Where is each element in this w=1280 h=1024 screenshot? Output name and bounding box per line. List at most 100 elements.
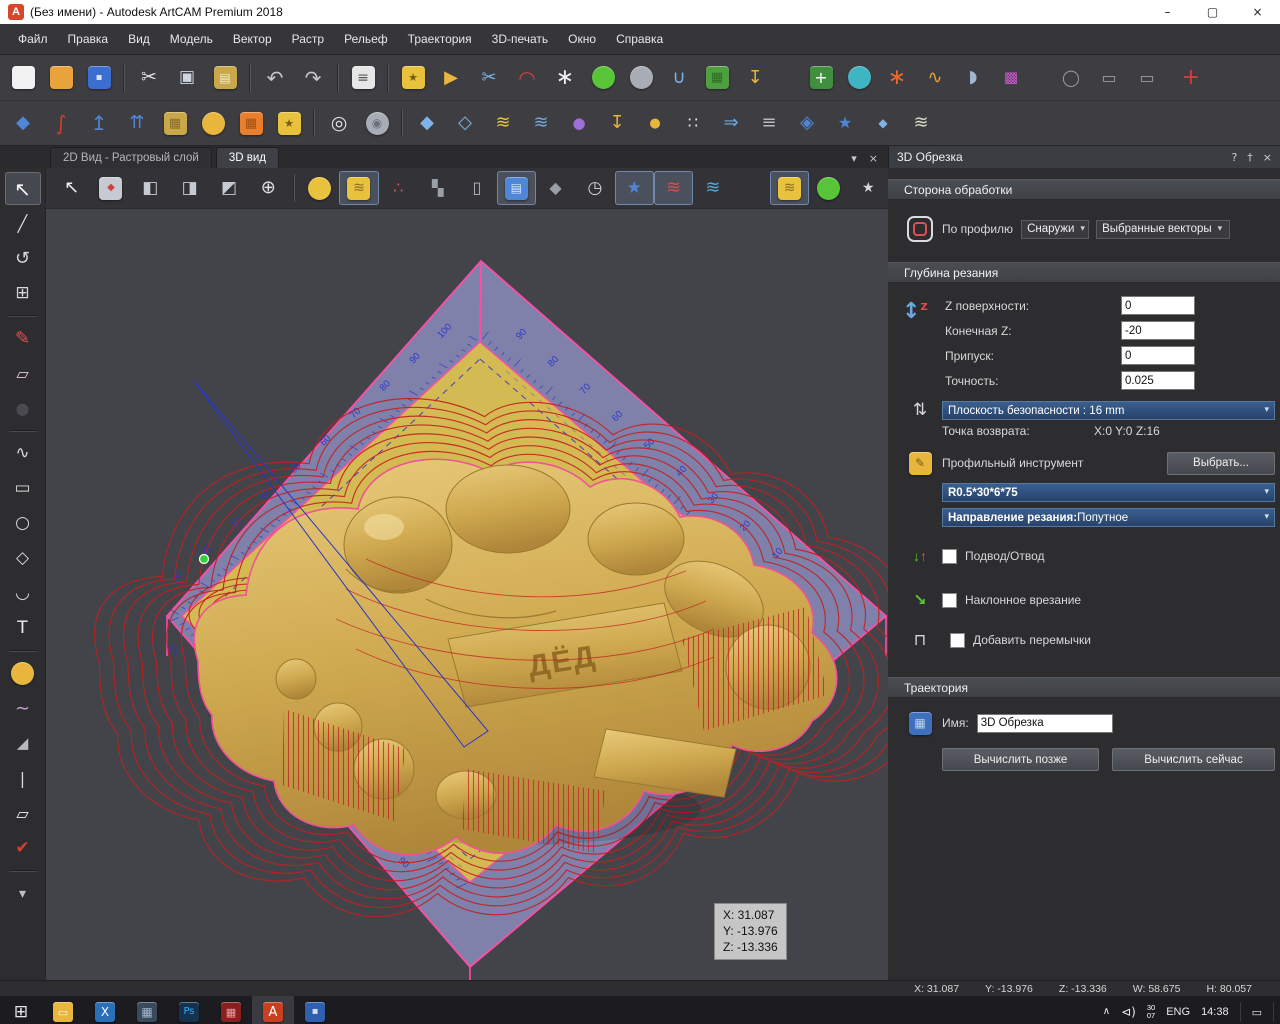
menu-item-1[interactable]: Файл <box>8 27 58 51</box>
relief-raise-icon[interactable]: ↥ <box>80 105 118 141</box>
undo-icon[interactable]: ↶ <box>256 60 294 96</box>
open-model-icon[interactable] <box>42 60 80 96</box>
swirl-tool-icon[interactable]: ∿ <box>916 60 954 96</box>
ramp-checkbox[interactable] <box>942 592 957 608</box>
fillet-tool-icon[interactable]: ◠ <box>508 60 546 96</box>
layer-diamond-icon[interactable]: ◈ <box>788 105 826 141</box>
sculpt-smooth-tool-icon[interactable] <box>5 657 41 690</box>
layer-sphere-icon[interactable]: ● <box>560 105 598 141</box>
toolpath-layers-icon[interactable]: ≋ <box>653 171 694 205</box>
mesh-tool-icon[interactable] <box>622 60 660 96</box>
texture-chip-icon[interactable]: ▦ <box>698 60 736 96</box>
paste-along-curve-icon[interactable]: ∗ <box>546 60 584 96</box>
ghost-slot-2-icon[interactable]: ▭ <box>1128 60 1166 96</box>
menu-item-6[interactable]: Растр <box>282 27 334 51</box>
find-vectors-icon[interactable]: ★ <box>849 171 888 205</box>
draft-layer-icon[interactable]: ≋ <box>339 171 379 205</box>
layer-offset-icon[interactable]: ◇ <box>446 105 484 141</box>
layer-shift-icon[interactable]: ⇒ <box>712 105 750 141</box>
toolpath-star-icon[interactable]: ★ <box>614 171 654 205</box>
transform-mode-icon[interactable]: + <box>1172 60 1210 96</box>
smudge-tool-icon[interactable]: ∼ <box>5 692 41 725</box>
toolpath-name-input[interactable] <box>976 713 1113 733</box>
select-tool-button[interactable]: Выбрать... <box>1167 451 1275 475</box>
final-z-input[interactable] <box>1121 321 1195 340</box>
distort-grid-tool-icon[interactable]: ⊞ <box>5 277 41 310</box>
cylinder-icon[interactable]: ▯ <box>457 171 496 205</box>
paste-icon[interactable]: ▤ <box>206 60 244 96</box>
language-indicator[interactable]: ENG <box>1166 1006 1190 1018</box>
layer-small-icon[interactable]: ◆ <box>864 105 902 141</box>
redo-icon[interactable]: ↷ <box>294 60 332 96</box>
wrap-tool-icon[interactable]: ◗ <box>954 60 992 96</box>
weave-wizard-icon[interactable]: ▦ <box>156 105 194 141</box>
tab-3d-view[interactable]: 3D вид <box>215 147 279 168</box>
cut-direction-dropdown[interactable]: Направление резания: Попутное ▾ <box>942 508 1275 527</box>
simulate-clock-icon[interactable]: ◷ <box>575 171 614 205</box>
shape-green-icon[interactable] <box>809 171 848 205</box>
allowance-input[interactable] <box>1121 346 1195 365</box>
burst-tool-icon[interactable]: ∗ <box>878 60 916 96</box>
menu-item-10[interactable]: Окно <box>558 27 606 51</box>
bridges-checkbox[interactable] <box>950 632 965 648</box>
calculate-now-button[interactable]: Вычислить сейчас <box>1112 748 1275 771</box>
close-view-icon[interactable]: × <box>869 153 878 164</box>
erase-relief-tool-icon[interactable]: ▱ <box>5 797 41 830</box>
menu-item-11[interactable]: Справка <box>606 27 673 51</box>
show-desktop-sliver[interactable] <box>1273 1002 1274 1022</box>
puzzle-icon[interactable]: ▚ <box>418 171 457 205</box>
start-button[interactable]: ⊞ <box>0 996 42 1024</box>
layer-pale-icon[interactable]: ≋ <box>902 105 940 141</box>
taskbar-app-save[interactable]: ▪ <box>294 996 336 1024</box>
taskbar-app-grid[interactable]: ▦ <box>126 996 168 1024</box>
layer-gold-icon[interactable]: ≋ <box>484 105 522 141</box>
pin-icon[interactable]: † <box>1247 152 1253 163</box>
zoom-objects-icon[interactable]: ◎ <box>320 105 358 141</box>
smooth-relief-tool-icon[interactable]: ✔ <box>5 832 41 865</box>
menu-item-9[interactable]: 3D-печать <box>482 27 559 51</box>
help-icon[interactable]: ? <box>1231 152 1237 163</box>
tray-expand-icon[interactable]: ∧ <box>1103 1007 1110 1017</box>
menu-item-8[interactable]: Траектория <box>398 27 482 51</box>
draft-gold-icon[interactable]: ≋ <box>769 171 810 205</box>
taskbar-app-red[interactable]: ▦ <box>210 996 252 1024</box>
taskbar-artcam[interactable]: A <box>252 996 294 1024</box>
material-icon[interactable]: ◆ <box>536 171 575 205</box>
add-clipart-icon[interactable]: + <box>802 60 840 96</box>
clock[interactable]: 14:38 <box>1201 1006 1229 1018</box>
more-tools-icon[interactable]: ▾ <box>5 877 41 910</box>
3d-viewport[interactable]: 10 20 30 40 50 60 70 80 90 100 90 80 70 60 50 40 30 20 10 1… <box>46 209 888 980</box>
copy-icon[interactable]: ▣ <box>168 60 206 96</box>
origin-triad-icon[interactable]: ∴ <box>379 171 418 205</box>
view-side-icon[interactable]: ◨ <box>170 171 209 205</box>
lead-checkbox[interactable] <box>942 548 957 564</box>
taskbar-photoshop[interactable]: Ps <box>168 996 210 1024</box>
cut-icon[interactable]: ✂ <box>130 60 168 96</box>
rectangle-tool-icon[interactable]: ▭ <box>5 472 41 505</box>
node-edit-tool-icon[interactable]: ╱ <box>5 207 41 240</box>
trim-vectors-icon[interactable]: ✂ <box>470 60 508 96</box>
import-vectors-icon[interactable]: ★ <box>394 60 432 96</box>
layer-star-icon[interactable]: ★ <box>826 105 864 141</box>
taskbar-explorer[interactable]: ▭ <box>42 996 84 1024</box>
brush-tool-icon[interactable]: | <box>5 762 41 795</box>
polyline-tool-icon[interactable]: ∿ <box>5 437 41 470</box>
iso-view-icon[interactable]: ◆ <box>91 171 130 205</box>
menu-item-7[interactable]: Рельеф <box>334 27 398 51</box>
flood-fill-tool-icon[interactable]: ● <box>5 392 41 425</box>
calculate-later-button[interactable]: Вычислить позже <box>942 748 1100 771</box>
shape-droplet-icon[interactable] <box>194 105 232 141</box>
layer-blue-icon[interactable]: ≋ <box>522 105 560 141</box>
relief-reset-icon[interactable]: ∫ <box>42 105 80 141</box>
erase-tool-icon[interactable]: ▱ <box>5 357 41 390</box>
layer-flat-icon[interactable]: ◆ <box>408 105 446 141</box>
tray-date-widget[interactable]: 30 07 <box>1147 1004 1155 1020</box>
transform-tool-icon[interactable]: ↺ <box>5 242 41 275</box>
relief-scale-icon[interactable]: ⇈ <box>118 105 156 141</box>
profile-side-dropdown[interactable]: Снаружи ▾ <box>1021 219 1090 239</box>
two-rail-icon[interactable]: ▩ <box>992 60 1030 96</box>
view-front-icon[interactable]: ◧ <box>131 171 170 205</box>
sphere-tool-icon[interactable] <box>584 60 622 96</box>
texture-relief-icon[interactable]: ▦ <box>232 105 270 141</box>
layer-scatter-icon[interactable]: ∷ <box>674 105 712 141</box>
